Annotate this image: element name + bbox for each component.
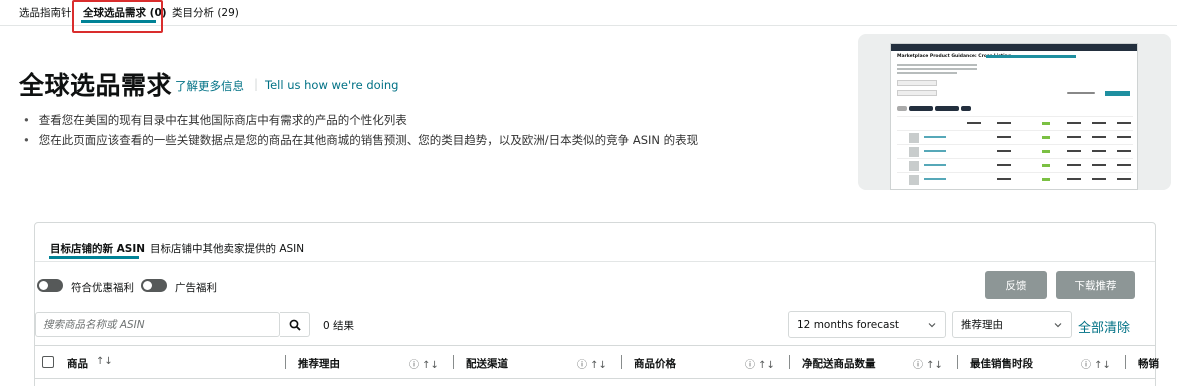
info-sort-icons[interactable]: ⓘ ↑↓ [409,356,439,371]
column-best-sales-period[interactable]: 最佳销售时段 [970,356,1033,371]
reason-select-value: 推荐理由 [961,319,1003,331]
column-price[interactable]: 商品价格 [634,356,676,371]
subtab-new-asin[interactable]: 目标店铺的新 ASIN [50,241,145,256]
select-all-checkbox[interactable] [42,356,54,368]
description-bullet: 您在此页面应该查看的一些关键数据点是您的商品在其他商城的销售预测、您的类目趋势，… [23,130,698,150]
divider [35,261,1155,262]
column-reason[interactable]: 推荐理由 [298,356,340,371]
tab-category-analysis[interactable]: 类目分析 (29) [172,5,239,20]
ad-benefits-toggle[interactable] [141,279,167,292]
description-list: 查看您在美国的现有目录中在其他国际商店中有需求的产品的个性化列表 您在此页面应该… [23,110,698,150]
recommendations-panel: 目标店铺的新 ASIN 目标店铺中其他卖家提供的 ASIN 符合优惠福利 广告福… [34,222,1159,386]
column-divider [621,355,622,369]
search-icon [289,319,301,331]
page-title: 全球选品需求 [19,71,173,100]
eligible-benefits-label: 符合优惠福利 [71,282,134,294]
download-recommendations-button[interactable]: 下载推荐 [1056,271,1135,299]
info-sort-icons[interactable]: ⓘ ↑↓ [1081,356,1111,371]
preview-image: Marketplace Product Guidance: Cross List… [858,34,1171,190]
feedback-survey-link[interactable]: Tell us how we're doing [265,78,398,92]
active-subtab-indicator [49,256,139,259]
info-sort-icons[interactable]: ⓘ ↑↓ [577,356,607,371]
search-button[interactable] [280,312,310,337]
link-separator: | [254,77,259,91]
column-divider [285,355,286,369]
description-bullet: 查看您在美国的现有目录中在其他国际商店中有需求的产品的个性化列表 [23,110,698,130]
chevron-down-icon [928,323,936,328]
info-sort-icons[interactable]: ⓘ ↑↓ [745,356,775,371]
column-fulfillment[interactable]: 配送渠道 [466,356,508,371]
tab-compass[interactable]: 选品指南针 [19,5,72,20]
column-divider [789,355,790,369]
top-tab-bar: 选品指南针 全球选品需求 (0) 类目分析 (29) [0,0,1177,26]
result-count: 0 结果 [323,320,355,332]
forecast-select[interactable]: 12 months forecast [788,311,946,338]
forecast-select-value: 12 months forecast [797,318,900,331]
column-divider [1125,355,1126,369]
column-bestseller[interactable]: 畅销 [1138,356,1159,371]
chevron-down-icon [1054,323,1062,328]
feedback-button[interactable]: 反馈 [985,271,1047,299]
column-divider [957,355,958,369]
table-header: 商品 ↑↓ 推荐理由 ⓘ ↑↓ 配送渠道 ⓘ ↑↓ 商品价格 ⓘ ↑↓ 净配送商… [35,345,1159,379]
highlight-annotation-box [72,0,163,33]
subtab-other-sellers-asin[interactable]: 目标店铺中其他卖家提供的 ASIN [150,241,304,256]
sort-icon[interactable]: ↑↓ [96,356,113,367]
column-net-units[interactable]: 净配送商品数量 [802,356,876,371]
learn-more-link[interactable]: 了解更多信息 [175,78,244,94]
info-sort-icons[interactable]: ⓘ ↑↓ [913,356,943,371]
column-product[interactable]: 商品 [67,356,88,371]
reason-select[interactable]: 推荐理由 [952,311,1072,338]
ad-benefits-label: 广告福利 [175,282,217,294]
eligible-benefits-toggle[interactable] [37,279,63,292]
preview-screen: Marketplace Product Guidance: Cross List… [890,43,1138,190]
column-divider [453,355,454,369]
search-input[interactable]: 搜索商品名称或 ASIN [35,312,280,337]
clear-all-link[interactable]: 全部清除 [1078,317,1130,336]
